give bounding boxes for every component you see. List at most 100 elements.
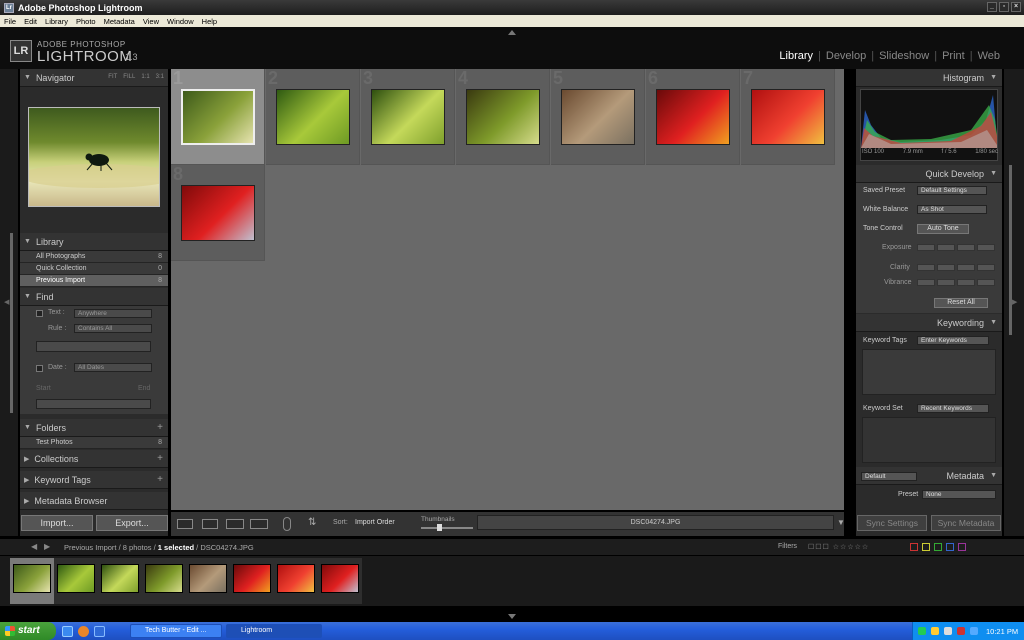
menu-window[interactable]: Window	[167, 17, 194, 26]
taskbar-item-tech-butter[interactable]: Tech Butter - Edit ...	[130, 624, 222, 638]
auto-tone-button[interactable]: Auto Tone	[917, 224, 969, 234]
loupe-view-icon[interactable]	[202, 519, 218, 529]
collapse-top-arrow-icon[interactable]	[508, 30, 516, 35]
module-library[interactable]: Library	[779, 50, 813, 62]
filmstrip-thumbnail[interactable]	[189, 564, 227, 593]
collapse-bottom-arrow-icon[interactable]	[508, 614, 516, 619]
import-button[interactable]: Import...	[21, 515, 93, 531]
add-keyword-icon[interactable]: +	[157, 474, 163, 485]
metadata-preset-select[interactable]: None	[922, 490, 996, 499]
find-header[interactable]: ▼ Find	[20, 288, 168, 306]
grid-cell[interactable]: 1	[171, 68, 265, 165]
navigator-preview[interactable]	[28, 107, 160, 207]
library-header[interactable]: ▼ Library	[20, 233, 168, 251]
back-arrow-icon[interactable]: ◀	[31, 542, 37, 551]
library-item-quick-collection[interactable]: Quick Collection 0	[20, 263, 168, 275]
module-web[interactable]: Web	[978, 50, 1000, 62]
keyword-tags-header[interactable]: ▶ Keyword Tags +	[20, 471, 168, 489]
grid-cell[interactable]: 3	[361, 68, 455, 165]
filmstrip-thumbnail[interactable]	[13, 564, 51, 593]
left-panel-scrollbar[interactable]	[10, 233, 13, 413]
module-print[interactable]: Print	[942, 50, 965, 62]
forward-arrow-icon[interactable]: ▶	[44, 542, 50, 551]
library-item-all-photographs[interactable]: All Photographs 8	[20, 251, 168, 263]
menu-photo[interactable]: Photo	[76, 17, 96, 26]
grid-thumbnail[interactable]	[561, 89, 635, 145]
green-label-filter-icon[interactable]	[934, 543, 942, 551]
filmstrip-cell[interactable]	[142, 558, 186, 604]
grid-thumbnail[interactable]	[276, 89, 350, 145]
grid-thumbnail[interactable]	[466, 89, 540, 145]
grid-thumbnail[interactable]	[181, 89, 255, 145]
saved-preset-select[interactable]: Default Settings	[917, 186, 987, 195]
metadata-browser-header[interactable]: ▶ Metadata Browser	[20, 492, 168, 510]
right-panel-scrollbar[interactable]	[1009, 165, 1012, 335]
module-slideshow[interactable]: Slideshow	[879, 50, 929, 62]
filmstrip-source-path[interactable]: Previous Import / 8 photos / 1 selected …	[64, 543, 254, 552]
filmstrip-thumbnail[interactable]	[145, 564, 183, 593]
keyword-set-select[interactable]: Recent Keywords	[917, 404, 989, 413]
filmstrip-cell[interactable]	[230, 558, 274, 604]
red-label-filter-icon[interactable]	[910, 543, 918, 551]
sort-select[interactable]: Import Order	[355, 519, 395, 526]
filmstrip-thumbnail[interactable]	[277, 564, 315, 593]
module-develop[interactable]: Develop	[826, 50, 866, 62]
grid-thumbnail[interactable]	[181, 185, 255, 241]
right-collapse-arrow-icon[interactable]: ▶	[1012, 298, 1017, 306]
collections-header[interactable]: ▶ Collections +	[20, 450, 168, 468]
menu-edit[interactable]: Edit	[24, 17, 37, 26]
grid-cell[interactable]: 5	[551, 68, 645, 165]
folder-item-test-photos[interactable]: Test Photos 8	[20, 437, 168, 449]
yellow-label-filter-icon[interactable]	[922, 543, 930, 551]
sort-direction-icon[interactable]: ⇅	[308, 517, 326, 531]
date-range-slider[interactable]	[36, 399, 151, 409]
metadata-preset-dropdown[interactable]: Default	[861, 472, 917, 481]
navigator-header[interactable]: ▼ Navigator FIT FILL 1:1 3:1	[20, 69, 168, 87]
keywording-header[interactable]: Keywording ▼	[856, 314, 1002, 332]
filmstrip-thumbnail[interactable]	[57, 564, 95, 593]
grid-cell[interactable]: 6	[646, 68, 740, 165]
close-button[interactable]: ×	[1011, 2, 1021, 12]
menu-help[interactable]: Help	[202, 17, 217, 26]
grid-cell[interactable]: 2	[266, 68, 360, 165]
thumbnail-size-slider[interactable]	[421, 527, 473, 529]
white-balance-select[interactable]: As Shot	[917, 205, 987, 214]
date-filter-select[interactable]: All Dates	[74, 363, 152, 372]
exposure-buttons[interactable]	[917, 244, 995, 251]
filmstrip-cell[interactable]	[10, 558, 54, 604]
grid-thumbnail[interactable]	[751, 89, 825, 145]
zoom-fit[interactable]: FIT	[108, 74, 117, 80]
grid-thumbnail[interactable]	[371, 89, 445, 145]
survey-view-icon[interactable]	[250, 519, 268, 529]
grid-cell[interactable]: 4	[456, 68, 550, 165]
grid-thumbnail[interactable]	[656, 89, 730, 145]
tray-icon-messenger[interactable]	[970, 627, 978, 635]
filmstrip-cell[interactable]	[318, 558, 362, 604]
rule-select[interactable]: Contains All	[74, 324, 152, 333]
menu-file[interactable]: File	[4, 17, 16, 26]
sync-settings-button[interactable]: Sync Settings	[857, 515, 927, 531]
zoom-fill[interactable]: FILL	[123, 74, 135, 80]
quick-develop-header[interactable]: Quick Develop ▼	[856, 165, 1002, 183]
toolbar-options-icon[interactable]: ▼	[837, 518, 845, 527]
show-desktop-icon[interactable]	[62, 626, 73, 637]
blue-label-filter-icon[interactable]	[946, 543, 954, 551]
zoom-1-1[interactable]: 1:1	[141, 74, 149, 80]
folders-header[interactable]: ▼ Folders +	[20, 419, 168, 437]
thumbnail-slider-knob[interactable]	[437, 524, 442, 531]
keyword-set-grid[interactable]	[862, 417, 996, 463]
minimize-button[interactable]: _	[987, 2, 997, 12]
filmstrip-thumbnail[interactable]	[233, 564, 271, 593]
filmstrip-thumbnail[interactable]	[101, 564, 139, 593]
filmstrip-thumbnail[interactable]	[321, 564, 359, 593]
filmstrip-cell[interactable]	[274, 558, 318, 604]
date-filter-checkbox[interactable]	[36, 365, 43, 372]
grid-cell[interactable]: 7	[741, 68, 835, 165]
filmstrip-cell[interactable]	[98, 558, 142, 604]
purple-label-filter-icon[interactable]	[958, 543, 966, 551]
rating-filter-stars[interactable]: ☐☐☐ ☆☆☆☆☆	[808, 543, 869, 551]
histogram-header[interactable]: Histogram ▼	[856, 69, 1002, 87]
tray-icon-network[interactable]	[918, 627, 926, 635]
keyword-entry-area[interactable]	[862, 349, 996, 395]
find-text-input[interactable]	[36, 341, 151, 352]
